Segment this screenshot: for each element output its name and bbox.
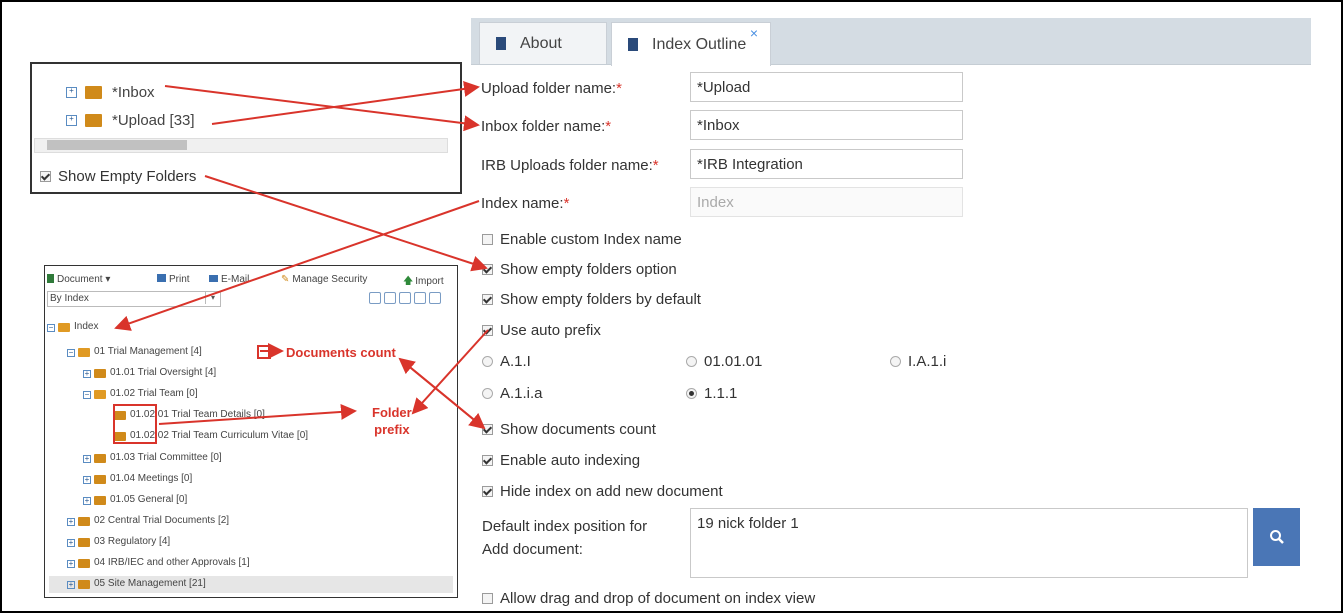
arrow-upload [211, 81, 480, 125]
arrow-prefix-label [158, 403, 357, 425]
annotation-arrows [114, 81, 489, 430]
arrow-inbox [164, 85, 480, 132]
arrow-index-name [114, 200, 480, 331]
arrow-show-empty [204, 175, 488, 272]
arrow-documents-count-2 [398, 357, 485, 429]
